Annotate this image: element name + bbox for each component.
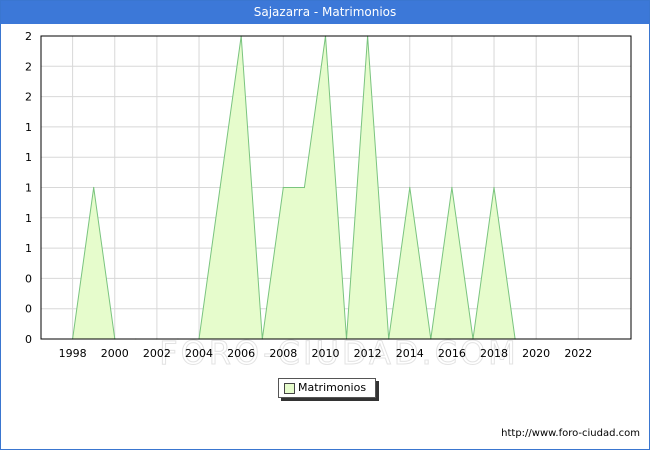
x-tick-label: 1998 — [59, 347, 87, 360]
y-tick-label: 1 — [25, 182, 32, 195]
x-tick-label: 2010 — [311, 347, 339, 360]
chart-frame: Sajazarra - Matrimonios FORO-CIUDAD.COM … — [0, 0, 650, 450]
x-tick-label: 2002 — [143, 347, 171, 360]
legend-swatch — [284, 383, 295, 394]
y-tick-label: 2 — [25, 60, 32, 73]
data-point — [282, 186, 284, 189]
data-point — [93, 186, 95, 189]
y-tick-label: 2 — [25, 91, 32, 104]
data-point — [451, 186, 453, 189]
legend-label: Matrimonios — [298, 381, 367, 394]
y-axis: 0 0 0 1 1 1 1 1 2 2 2 — [25, 30, 32, 346]
x-tick-label: 2014 — [396, 347, 424, 360]
data-point — [409, 186, 411, 189]
x-tick-label: 2018 — [480, 347, 508, 360]
data-point — [493, 186, 495, 189]
y-tick-label: 1 — [25, 151, 32, 164]
x-tick-label: 2012 — [354, 347, 382, 360]
x-tick-label: 2016 — [438, 347, 466, 360]
y-tick-label: 2 — [25, 30, 32, 43]
y-tick-label: 0 — [25, 333, 32, 346]
y-tick-label: 1 — [25, 242, 32, 255]
x-tick-label: 2020 — [522, 347, 550, 360]
x-tick-label: 2008 — [269, 347, 297, 360]
y-tick-label: 0 — [25, 303, 32, 316]
data-point — [219, 186, 221, 189]
source-url: http://www.foro-ciudad.com — [501, 428, 640, 439]
x-tick-label: 2006 — [227, 347, 255, 360]
x-tick-label: 2004 — [185, 347, 213, 360]
data-point — [303, 186, 305, 189]
y-tick-label: 0 — [25, 272, 32, 285]
legend: Matrimonios — [278, 378, 376, 398]
y-tick-label: 1 — [25, 212, 32, 225]
x-tick-label: 2022 — [564, 347, 592, 360]
x-tick-label: 2000 — [101, 347, 129, 360]
y-tick-label: 1 — [25, 121, 32, 134]
